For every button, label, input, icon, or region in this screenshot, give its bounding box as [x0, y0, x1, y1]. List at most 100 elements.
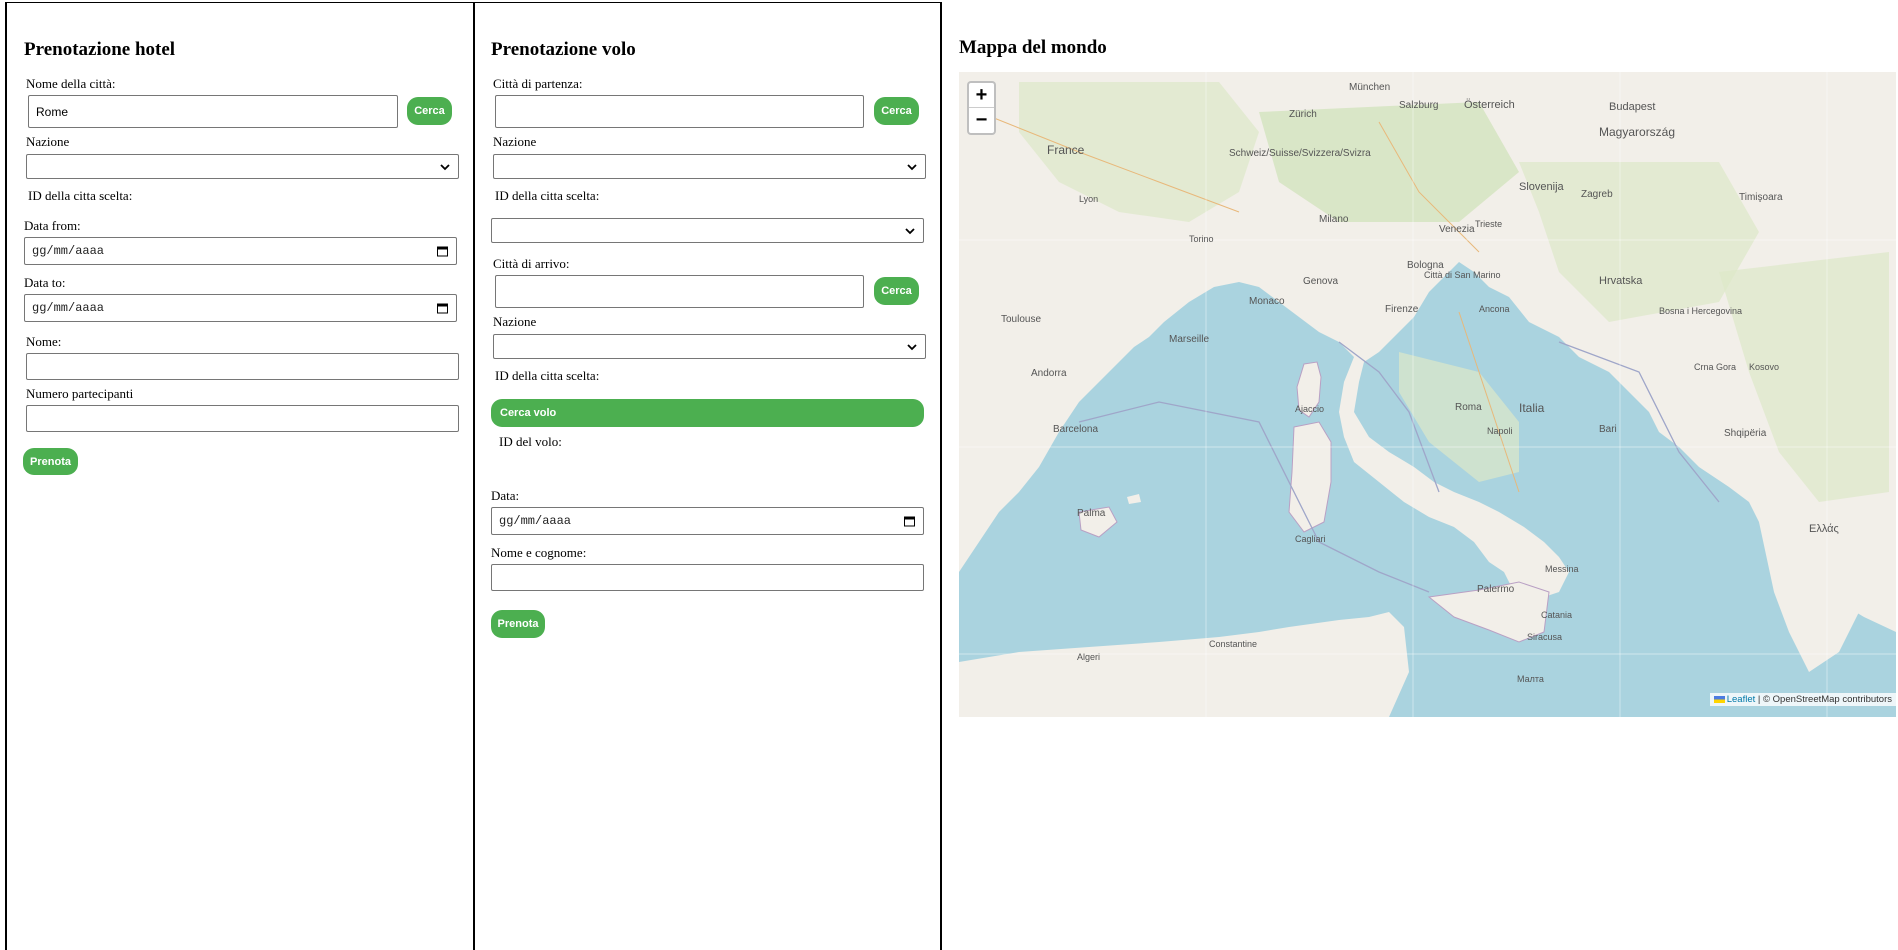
map-label: München: [1349, 82, 1390, 93]
map-label: Österreich: [1464, 99, 1515, 111]
hotel-search-button[interactable]: Cerca: [407, 97, 452, 125]
map-label: Palermo: [1477, 584, 1515, 595]
map-label: Slovenija: [1519, 181, 1565, 193]
hotel-date-from-value: gg/mm/aaaa: [32, 244, 105, 258]
fullname-label: Nome e cognome:: [491, 545, 587, 560]
arrival-search-button[interactable]: Cerca: [874, 277, 919, 305]
map-label: Italia: [1519, 401, 1545, 415]
arrival-label: Città di arrivo:: [493, 256, 570, 271]
hotel-date-to-input[interactable]: gg/mm/aaaa: [24, 294, 457, 322]
map-label: Crna Gora: [1694, 362, 1736, 372]
world-map[interactable]: München Zürich Salzburg Österreich Budap…: [959, 72, 1896, 717]
map-label: Cagliari: [1295, 534, 1326, 544]
map-label: Zürich: [1289, 109, 1317, 120]
flight-date-input[interactable]: gg/mm/aaaa: [491, 507, 924, 535]
map-label: Messina: [1545, 564, 1579, 574]
departure-nation-label: Nazione: [493, 134, 537, 149]
hotel-book-button[interactable]: Prenota: [23, 448, 78, 475]
departure-search-button[interactable]: Cerca: [874, 97, 919, 125]
map-label: Малта: [1517, 674, 1544, 684]
departure-label: Città di partenza:: [493, 76, 583, 91]
hotel-date-to-label: Data to:: [24, 275, 66, 290]
hotel-name-label: Nome:: [26, 334, 62, 349]
map-label: France: [1047, 143, 1085, 157]
hotel-title: Prenotazione hotel: [24, 39, 176, 60]
zoom-control: + −: [967, 81, 996, 135]
map-label: Marseille: [1169, 334, 1209, 345]
hotel-date-from-label: Data from:: [24, 218, 81, 233]
map-label: Salzburg: [1399, 100, 1438, 111]
hotel-nation-label: Nazione: [26, 134, 70, 149]
map-label: Schweiz/Suisse/Svizzera/Svizra: [1229, 148, 1371, 159]
map-label: Bosna i Hercegovina: [1659, 306, 1742, 316]
flight-date-value: gg/mm/aaaa: [499, 514, 572, 528]
map-label: Ajaccio: [1295, 404, 1324, 414]
map-label: Lyon: [1079, 194, 1098, 204]
map-label: Barcelona: [1053, 424, 1098, 435]
map-label: Algeri: [1077, 652, 1100, 662]
flight-book-button[interactable]: Prenota: [491, 610, 545, 638]
map-label: Milano: [1319, 214, 1349, 225]
map-label: Ελλάς: [1809, 523, 1839, 535]
ukraine-flag-icon: [1713, 696, 1725, 703]
map-label: Firenze: [1385, 304, 1419, 315]
hotel-city-label: Nome della città:: [26, 76, 116, 91]
zoom-in-button[interactable]: +: [969, 83, 994, 108]
calendar-icon: [904, 516, 915, 527]
map-label: Venezia: [1439, 224, 1475, 235]
arrival-nation-label: Nazione: [493, 314, 537, 329]
map-label: Andorra: [1031, 368, 1067, 379]
search-flight-button[interactable]: Cerca volo: [491, 399, 924, 427]
arrival-city-id-label: ID della citta scelta:: [495, 368, 600, 383]
map-label: Palma: [1077, 508, 1106, 519]
map-label: Città di San Marino: [1424, 270, 1501, 280]
flight-booking-panel: Prenotazione volo Città di partenza: Cer…: [473, 2, 942, 950]
map-label: Napoli: [1487, 426, 1513, 436]
arrival-input[interactable]: [495, 275, 864, 308]
map-label: Hrvatska: [1599, 275, 1643, 287]
flight-id-label: ID del volo:: [499, 434, 562, 449]
map-title: Mappa del mondo: [959, 37, 1107, 58]
hotel-city-id-label: ID della citta scelta:: [28, 188, 133, 203]
chevron-down-icon: [905, 227, 915, 234]
map-label: Bari: [1599, 424, 1617, 435]
fullname-input[interactable]: [491, 564, 924, 591]
hotel-name-input[interactable]: [26, 353, 459, 380]
map-label: Shqipëria: [1724, 428, 1767, 439]
hotel-participants-label: Numero partecipanti: [26, 386, 134, 401]
map-label: Siracusa: [1527, 632, 1562, 642]
departure-input[interactable]: [495, 95, 864, 128]
map-label: Budapest: [1609, 101, 1655, 113]
map-label: Kosovo: [1749, 362, 1779, 372]
hotel-participants-input[interactable]: [26, 405, 459, 432]
map-label: Torino: [1189, 234, 1214, 244]
zoom-out-button[interactable]: −: [969, 108, 994, 133]
map-tiles[interactable]: München Zürich Salzburg Österreich Budap…: [959, 72, 1896, 717]
map-label: Roma: [1455, 402, 1482, 413]
map-label: Monaco: [1249, 296, 1285, 307]
hotel-date-to-value: gg/mm/aaaa: [32, 301, 105, 315]
departure-nation-select[interactable]: [493, 154, 926, 179]
leaflet-link[interactable]: Leaflet: [1727, 694, 1756, 705]
hotel-city-value: Rome: [36, 104, 69, 119]
map-attribution: Leaflet | © OpenStreetMap contributors: [1709, 693, 1896, 706]
hotel-booking-panel: Prenotazione hotel Nome della città: Rom…: [5, 2, 474, 950]
map-panel: Mappa del mondo München Zürich Salzburg …: [942, 2, 1898, 950]
map-label: Ancona: [1479, 304, 1510, 314]
hotel-date-from-input[interactable]: gg/mm/aaaa: [24, 237, 457, 265]
osm-attribution: | © OpenStreetMap contributors: [1755, 694, 1892, 705]
flight-date-label: Data:: [491, 488, 520, 503]
flight-title: Prenotazione volo: [491, 39, 636, 60]
chevron-down-icon: [907, 343, 917, 350]
hotel-city-input[interactable]: Rome: [28, 95, 398, 128]
arrival-nation-select[interactable]: [493, 334, 926, 359]
hotel-nation-select[interactable]: [26, 154, 459, 179]
departure-city-id-label: ID della citta scelta:: [495, 188, 600, 203]
departure-city-id-select[interactable]: [491, 218, 924, 243]
map-label: Magyarország: [1599, 125, 1675, 139]
calendar-icon: [437, 303, 448, 314]
map-label: Genova: [1303, 276, 1338, 287]
map-label: Trieste: [1475, 219, 1502, 229]
map-label: Timişoara: [1739, 192, 1783, 203]
map-label: Zagreb: [1581, 189, 1613, 200]
